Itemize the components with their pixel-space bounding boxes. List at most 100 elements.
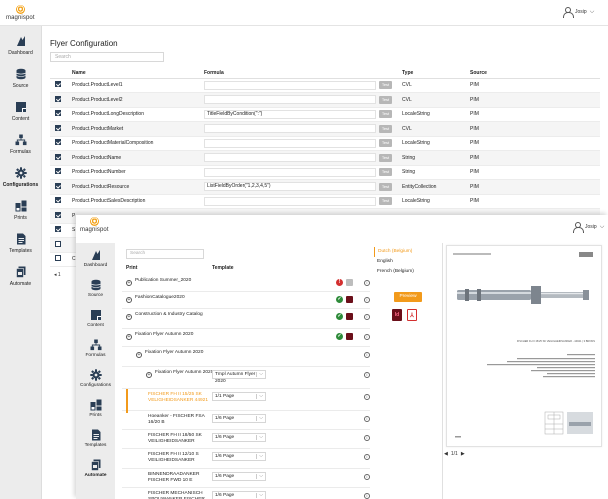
brown-square-icon[interactable] [346,313,353,320]
info-icon[interactable]: i [364,280,370,286]
pdf-file-icon[interactable]: ⅄ [407,309,417,321]
table-row[interactable]: Product.ProductMaterialComposition Test Lo… [50,136,600,151]
template-select[interactable]: 1/6 Page ⌵ [212,452,266,461]
expand-icon[interactable]: + [126,314,132,320]
info-icon[interactable]: i [364,416,370,422]
row-checkbox[interactable] [55,168,61,175]
formula-input[interactable] [204,138,376,148]
test-button[interactable]: Test [379,182,392,191]
formula-input[interactable] [204,95,376,105]
language-item[interactable]: English [374,257,436,267]
expand-icon[interactable]: + [126,297,132,303]
template-select[interactable]: 1/6 Page ⌵ [212,491,266,499]
expand-icon[interactable]: + [146,372,152,378]
sidebar-item-automate[interactable]: Automate [76,453,115,483]
green-check-icon[interactable]: ✓ [336,296,343,303]
print-tree-row[interactable]: + Fixation Flyer Autumn 2020 Tmpl Autumn F… [122,367,370,389]
sidebar-item-dashboard[interactable]: Dashboard [0,29,41,62]
info-icon[interactable]: i [364,394,370,400]
template-select[interactable]: 1/6 Page ⌵ [212,472,266,481]
print-tree-row[interactable]: BINNENDRAADANKER FISCHER FWD 10 E 1/6 Pag… [122,469,370,488]
row-checkbox[interactable] [55,95,61,102]
prev-page-icon[interactable]: ◀ [444,451,448,457]
table-row[interactable]: Product.ProductName Test String PIM [50,150,600,166]
language-item[interactable]: Dutch (Belgium) [374,247,436,257]
print-tree-row[interactable]: FISCHER FH II 15/25 SK VELIGHEIDSANKER 4… [122,389,370,413]
print-tree-row[interactable]: + Publication Summer_2020! i [122,275,370,292]
print-tree-row[interactable]: FISCHER MECHANISCH SPOUWANKER FISCHER VB… [122,488,370,499]
row-checkbox[interactable] [55,240,61,247]
row-checkbox[interactable] [55,255,61,262]
test-button[interactable]: Test [379,95,392,104]
expand-icon[interactable]: + [136,352,142,358]
test-button[interactable]: Test [379,168,392,177]
logo[interactable]: magnispot [80,217,109,233]
template-select[interactable]: 1/1 Page ⌵ [212,392,266,401]
formula-input[interactable] [204,124,376,134]
sidebar-item-configurations[interactable]: Configurations [0,161,41,194]
test-button[interactable]: Test [379,124,392,133]
brown-square-icon[interactable] [346,333,353,340]
print-tree-row[interactable]: FISCHER FH II 12/10 S VEILIGHEIDSANKER 1/… [122,449,370,469]
print-tree-row[interactable]: Hoeanker - FISCHER FSA 16/20 B 1/6 Page ⌵ i [122,411,370,430]
expand-icon[interactable]: + [126,280,132,286]
print-tree-row[interactable]: + Fixation Flyer Autumn 2020 ✓ i [122,329,370,347]
test-button[interactable]: Test [379,139,392,148]
row-checkbox[interactable] [55,182,61,189]
print-tree-row[interactable]: FISCHER FH II 18/50 SK VEILIGHEIDSANKER 1… [122,430,370,449]
user-menu[interactable]: Josip ⌵ [572,222,604,233]
test-button[interactable]: Test [379,81,392,90]
green-check-icon[interactable]: ✓ [336,313,343,320]
sidebar-item-prints[interactable]: Prints [76,393,115,423]
language-item[interactable]: French (Belgium) [374,267,436,277]
formula-input[interactable]: TitleFieldByCondition(":") [204,109,376,119]
document-pager[interactable]: ◀ 1/1 ▶ [444,451,465,457]
green-check-icon[interactable]: ✓ [336,333,343,340]
sidebar-item-content[interactable]: Content [76,303,115,333]
search-input[interactable]: Search [126,249,204,259]
row-checkbox[interactable] [55,124,61,131]
info-icon[interactable]: i [364,474,370,480]
brown-square-icon[interactable] [346,296,353,303]
info-icon[interactable]: i [364,454,370,460]
sidebar-item-dashboard[interactable]: Dashboard [76,243,115,273]
formula-input[interactable] [204,196,376,206]
logo[interactable]: magnispot [6,5,35,21]
print-tree-row[interactable]: + Construction & Industry Catalog ✓ i [122,309,370,329]
info-icon[interactable]: i [364,493,370,499]
preview-button[interactable]: Preview [394,292,422,302]
row-checkbox[interactable] [55,110,61,117]
row-checkbox[interactable] [55,211,61,218]
row-checkbox[interactable] [55,226,61,233]
row-checkbox[interactable] [55,81,61,88]
table-row[interactable]: Product.ProductLevel1 Test CVL PIM [50,78,600,93]
print-tree-row[interactable]: + FashionCatalogue2020 ✓ i [122,292,370,309]
sidebar-item-templates[interactable]: Templates [0,227,41,260]
test-button[interactable]: Test [379,153,392,162]
pagination[interactable]: ◂ 1 [54,272,61,278]
next-page-icon[interactable]: ▶ [461,451,465,457]
sidebar-item-prints[interactable]: Prints [0,194,41,227]
row-checkbox[interactable] [55,153,61,160]
sidebar-item-templates[interactable]: Templates [76,423,115,453]
info-icon[interactable]: i [364,435,370,441]
grey-square-icon[interactable] [346,279,353,286]
template-select[interactable]: 1/6 Page ⌵ [212,414,266,423]
formula-input[interactable] [204,167,376,177]
formula-input[interactable] [204,80,376,90]
search-input[interactable]: Search [50,52,164,62]
table-row[interactable]: Product.ProductLevel2 Test CVL PIM [50,92,600,108]
info-icon[interactable]: i [364,297,370,303]
formula-input[interactable] [204,153,376,163]
sidebar-item-content[interactable]: Content [0,95,41,128]
sidebar-item-configurations[interactable]: Configurations [76,363,115,393]
table-row[interactable]: Product.ProductMarket Test CVL PIM [50,121,600,137]
table-row[interactable]: Product.ProductSalesDescription Test Local… [50,194,600,209]
test-button[interactable]: Test [379,110,392,119]
info-icon[interactable]: i [364,372,370,378]
table-row[interactable]: Product.ProductLongDescription TitleField… [50,107,600,122]
info-icon[interactable]: i [364,352,370,358]
template-select[interactable]: 1/6 Page ⌵ [212,433,266,442]
indesign-file-icon[interactable]: Id [392,309,402,321]
sidebar-item-formulas[interactable]: Formulas [76,333,115,363]
